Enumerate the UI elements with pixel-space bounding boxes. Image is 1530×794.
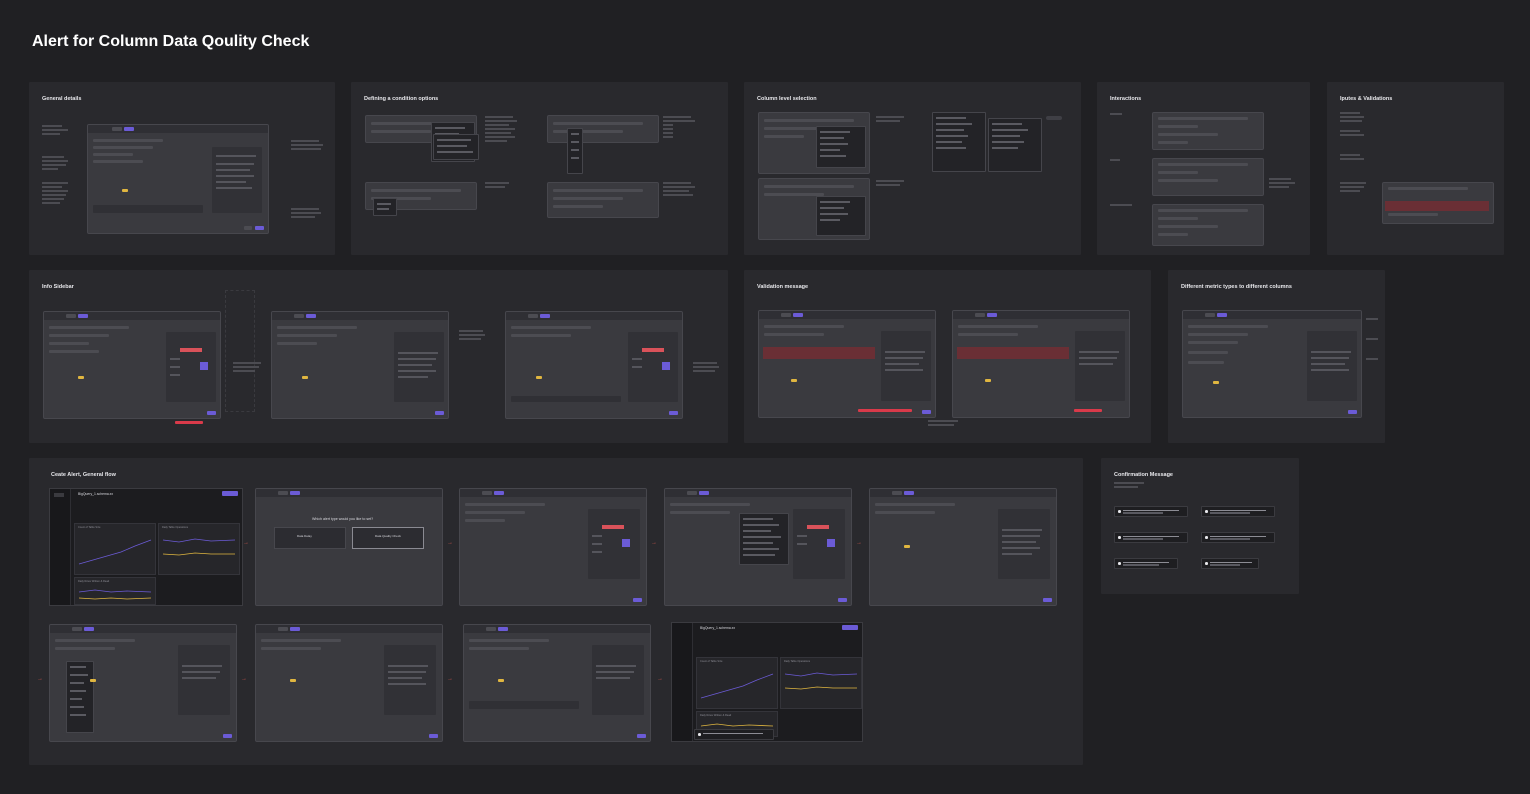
board-column-level: Column level selection (744, 82, 1081, 255)
option-data-delay[interactable]: Data Delay (274, 527, 346, 549)
flow-arrow: → (651, 540, 657, 546)
board-general-details: General details (29, 82, 335, 255)
confirmation-toast (1114, 532, 1188, 543)
app-title: BigQuery_1.schema.xx (78, 492, 114, 496)
flow-arrow: → (447, 540, 453, 546)
flow-modal-screenshot (664, 488, 852, 606)
flow-modal-screenshot (49, 624, 237, 742)
flow-modal-screenshot (255, 624, 443, 742)
dropdown (567, 128, 583, 174)
error-highlight (175, 421, 203, 424)
flow-arrow: → (37, 676, 43, 682)
chart-line-svg (784, 672, 858, 690)
board-title: Iputes & Validations (1340, 96, 1393, 102)
app-dashboard: BigQuery_1.schema.xx Count of Table Size… (49, 488, 243, 606)
board-validation-message: Validation message (744, 270, 1151, 443)
alert-type-screenshot: Which alert type would you like to set? … (255, 488, 443, 606)
modal-screenshot (87, 124, 269, 234)
dropdown (816, 196, 866, 236)
dropdown (988, 118, 1042, 172)
confirmation-toast (694, 729, 774, 740)
board-metric-types: Different metric types to different colu… (1168, 270, 1385, 443)
flow-arrow: → (241, 676, 247, 682)
error-message (858, 409, 912, 412)
chart-panel: Daily Rows Written & Read (74, 577, 156, 605)
confirmation-toast (1114, 558, 1178, 569)
sidebar-panel (225, 290, 255, 412)
flow-arrow: → (657, 676, 663, 682)
chart-line-svg (162, 538, 236, 556)
sidebar-screenshot (43, 311, 221, 419)
interaction-screenshot (1152, 204, 1264, 246)
board-inputs-validations: Iputes & Validations (1327, 82, 1504, 255)
board-title: Confirmation Message (1114, 472, 1173, 478)
validation-screenshot (952, 310, 1130, 418)
condition-screenshot (547, 115, 659, 143)
flow-modal-screenshot (869, 488, 1057, 606)
board-title: General details (42, 96, 82, 102)
dropdown (373, 198, 397, 216)
app-dashboard: BigQuery_1.schema.xx Count of Table Size… (671, 622, 863, 742)
dropdown (816, 126, 866, 168)
chart-line-svg (78, 589, 152, 600)
metric-screenshot (1182, 310, 1362, 418)
board-title: Interactions (1110, 96, 1142, 102)
board-title: Different metric types to different colu… (1181, 284, 1292, 290)
validation-screenshot (758, 310, 936, 418)
page-title: Alert for Column Data Qoulity Check (32, 33, 310, 50)
confirmation-toast (1201, 506, 1275, 517)
board-general-flow: Ceate Alert, General flow BigQuery_1.sch… (29, 458, 1083, 765)
chart-line-svg (78, 539, 152, 565)
confirmation-toast (1201, 558, 1259, 569)
flow-arrow: → (447, 676, 453, 682)
board-title: Defining a condition options (364, 96, 439, 102)
board-title: Info Sidebar (42, 284, 74, 290)
board-condition-options: Defining a condition options (351, 82, 728, 255)
confirmation-toast (1201, 532, 1275, 543)
board-title: Ceate Alert, General flow (51, 472, 116, 478)
chart-panel: Daily Table Operations (158, 523, 240, 575)
option-label: Data Quality Check (375, 534, 401, 538)
app-title: BigQuery_1.schema.xx (700, 626, 736, 630)
chart-panel: Count of Table Size (74, 523, 156, 575)
interaction-screenshot (1152, 112, 1264, 150)
validation-screenshot (1382, 182, 1494, 224)
board-confirmation: Confirmation Message (1101, 458, 1299, 594)
board-title: Column level selection (757, 96, 817, 102)
chart-line-svg (700, 673, 774, 699)
flow-modal-screenshot (463, 624, 651, 742)
flow-arrow: → (243, 540, 249, 546)
option-label: Data Delay (297, 534, 312, 538)
option-data-quality-check[interactable]: Data Quality Check (352, 527, 424, 549)
flow-arrow: → (856, 540, 862, 546)
board-interactions: Interactions (1097, 82, 1310, 255)
confirmation-toast (1114, 506, 1188, 517)
board-info-sidebar: Info Sidebar (29, 270, 728, 443)
alert-question: Which alert type would you like to set? (312, 517, 374, 521)
interaction-screenshot (1152, 158, 1264, 196)
dropdown (433, 134, 479, 160)
dropdown (932, 112, 986, 172)
sidebar-screenshot (505, 311, 683, 419)
error-message (1074, 409, 1102, 412)
sidebar-screenshot (271, 311, 449, 419)
chart-panel: Daily Table Operations (780, 657, 862, 709)
board-title: Validation message (757, 284, 809, 290)
chart-panel: Count of Table Size (696, 657, 778, 709)
toggle-switch (1046, 116, 1062, 120)
flow-modal-screenshot (459, 488, 647, 606)
condition-screenshot (547, 182, 659, 218)
